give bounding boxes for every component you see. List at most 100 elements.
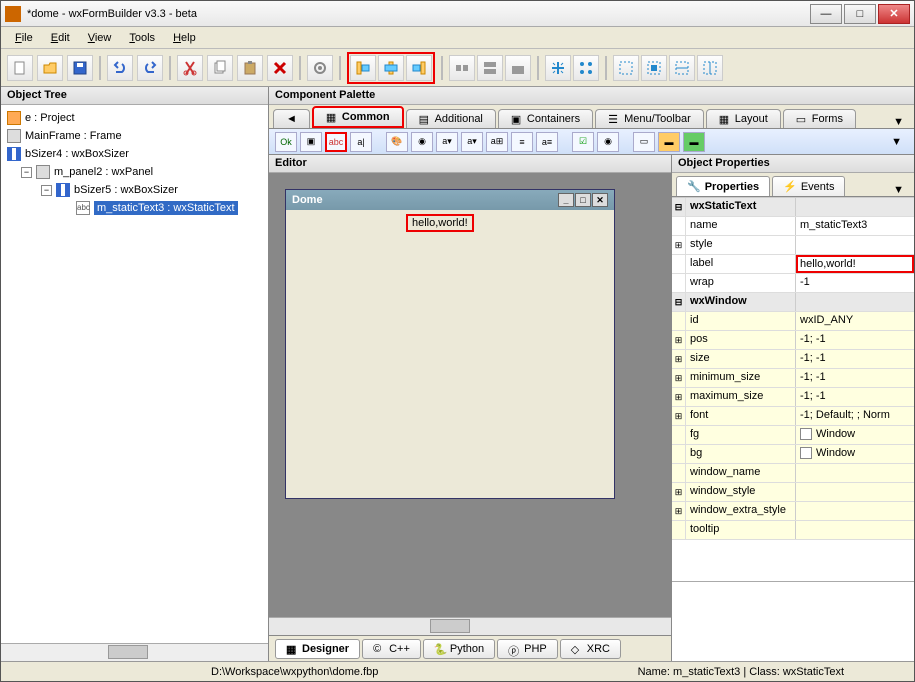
editor-canvas[interactable]: Dome _ □ ✕ hello,world! (269, 173, 671, 617)
align-center-button[interactable] (378, 55, 404, 81)
expand-btn-1[interactable] (545, 55, 571, 81)
tab-additional[interactable]: ▤Additional (406, 109, 496, 128)
pal-btn-4[interactable]: 🎨 (386, 132, 408, 152)
pal-btn-14[interactable]: ▬ (658, 132, 680, 152)
close-button[interactable]: ✕ (878, 4, 910, 24)
copy-button[interactable] (207, 55, 233, 81)
pal-btn-7[interactable]: a▾ (461, 132, 483, 152)
prop-pos-value[interactable]: -1; -1 (796, 331, 914, 349)
pal-btn-bitmap[interactable]: ▣ (300, 132, 322, 152)
form-max-icon[interactable]: □ (575, 193, 591, 207)
collapse-icon[interactable]: ⊟ (672, 293, 686, 311)
menu-help[interactable]: Help (165, 30, 204, 46)
menu-tools[interactable]: Tools (121, 30, 163, 46)
prop-wextra-value[interactable] (796, 502, 914, 520)
prop-min-value[interactable]: -1; -1 (796, 369, 914, 387)
align-left-button[interactable] (350, 55, 376, 81)
prop-fg-value[interactable]: Window (796, 426, 914, 444)
pal-btn-8[interactable]: a⊞ (486, 132, 508, 152)
delete-button[interactable] (267, 55, 293, 81)
cut-button[interactable] (177, 55, 203, 81)
tab-common[interactable]: ▦Common (312, 106, 404, 128)
pal-btn-10[interactable]: a≡ (536, 132, 558, 152)
prop-label-value[interactable]: hello,world! (796, 255, 914, 273)
prop-tooltip-value[interactable] (796, 521, 914, 539)
pal-btn-ok[interactable]: Ok (275, 132, 297, 152)
prop-wstyle-value[interactable] (796, 483, 914, 501)
form-min-icon[interactable]: _ (558, 193, 574, 207)
collapse-icon[interactable]: − (41, 185, 52, 196)
tree-node-sizer5[interactable]: −bSizer5 : wxBoxSizer (3, 181, 266, 199)
border-btn-3[interactable] (669, 55, 695, 81)
paste-button[interactable] (237, 55, 263, 81)
pal-btn-15[interactable]: ▬ (683, 132, 705, 152)
pal-btn-9[interactable]: ≡ (511, 132, 533, 152)
form-body[interactable]: hello,world! (286, 210, 614, 498)
collapse-icon[interactable]: − (21, 167, 32, 178)
tab-forms[interactable]: ▭Forms (783, 109, 856, 128)
pal-btn-12[interactable]: ◉ (597, 132, 619, 152)
static-text-control[interactable]: hello,world! (406, 214, 474, 232)
expand-icon[interactable]: ⊞ (672, 331, 686, 349)
prop-size-value[interactable]: -1; -1 (796, 350, 914, 368)
tab-cpp[interactable]: ©C++ (362, 639, 421, 659)
tab-python[interactable]: 🐍Python (423, 639, 495, 659)
border-btn-2[interactable] (641, 55, 667, 81)
prop-max-value[interactable]: -1; -1 (796, 388, 914, 406)
tab-more[interactable]: ▼ (887, 116, 910, 128)
expand-icon[interactable]: ⊞ (672, 350, 686, 368)
prop-style-value[interactable] (796, 236, 914, 254)
expand-icon[interactable]: ⊞ (672, 502, 686, 520)
tree-node-statictext[interactable]: abcm_staticText3 : wxStaticText (3, 199, 266, 217)
redo-button[interactable] (137, 55, 163, 81)
new-button[interactable] (7, 55, 33, 81)
tab-properties[interactable]: 🔧Properties (676, 176, 770, 196)
border-btn-1[interactable] (613, 55, 639, 81)
layout-btn-1[interactable] (449, 55, 475, 81)
tab-containers[interactable]: ▣Containers (498, 109, 593, 128)
prop-wname-value[interactable] (796, 464, 914, 482)
form-window[interactable]: Dome _ □ ✕ hello,world! (285, 189, 615, 499)
tab-events[interactable]: ⚡Events (772, 176, 845, 196)
form-close-icon[interactable]: ✕ (592, 193, 608, 207)
pal-more[interactable]: ▼ (885, 136, 908, 148)
prop-wrap-value[interactable]: -1 (796, 274, 914, 292)
tab-back[interactable]: ◄ (273, 109, 310, 128)
tab-layout[interactable]: ▦Layout (706, 109, 781, 128)
tab-menu[interactable]: ☰Menu/Toolbar (595, 109, 704, 128)
tab-designer[interactable]: ▦Designer (275, 639, 360, 659)
tree-hscrollbar[interactable] (1, 643, 268, 661)
pal-btn-textctrl[interactable]: a| (350, 132, 372, 152)
layout-btn-2[interactable] (477, 55, 503, 81)
prop-font-value[interactable]: -1; Default; ; Norm (796, 407, 914, 425)
tree-node-frame[interactable]: MainFrame : Frame (3, 127, 266, 145)
tree-node-sizer4[interactable]: bSizer4 : wxBoxSizer (3, 145, 266, 163)
settings-button[interactable] (307, 55, 333, 81)
border-btn-4[interactable] (697, 55, 723, 81)
expand-icon[interactable]: ⊞ (672, 369, 686, 387)
align-right-button[interactable] (406, 55, 432, 81)
expand-icon[interactable]: ⊞ (672, 388, 686, 406)
pal-btn-statictext[interactable]: abc (325, 132, 347, 152)
pal-btn-5[interactable]: ◉ (411, 132, 433, 152)
menu-edit[interactable]: Edit (43, 30, 78, 46)
undo-button[interactable] (107, 55, 133, 81)
expand-btn-2[interactable] (573, 55, 599, 81)
prop-bg-value[interactable]: Window (796, 445, 914, 463)
minimize-button[interactable]: — (810, 4, 842, 24)
tab-xrc[interactable]: ◇XRC (560, 639, 621, 659)
collapse-icon[interactable]: ⊟ (672, 198, 686, 216)
pal-btn-13[interactable]: ▭ (633, 132, 655, 152)
editor-hscrollbar[interactable] (269, 617, 671, 635)
menu-file[interactable]: FFileile (7, 30, 41, 46)
tab-php[interactable]: ⓟPHP (497, 639, 558, 659)
pal-btn-6[interactable]: a▾ (436, 132, 458, 152)
object-tree[interactable]: e : Project MainFrame : Frame bSizer4 : … (1, 105, 268, 643)
maximize-button[interactable]: □ (844, 4, 876, 24)
expand-icon[interactable]: ⊞ (672, 483, 686, 501)
layout-btn-3[interactable] (505, 55, 531, 81)
tree-node-project[interactable]: e : Project (3, 109, 266, 127)
open-button[interactable] (37, 55, 63, 81)
property-grid[interactable]: ⊟wxStaticText namem_staticText3 ⊞style l… (672, 197, 914, 581)
menu-view[interactable]: View (80, 30, 120, 46)
